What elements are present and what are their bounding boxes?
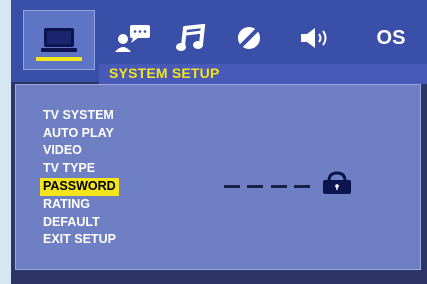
password-digit [247, 185, 264, 188]
tab-language[interactable] [111, 10, 155, 66]
tab-os[interactable]: OS [363, 10, 419, 66]
menu-item-rating[interactable]: RATING [40, 196, 119, 214]
menu-item-video[interactable]: VIDEO [40, 142, 119, 160]
menu-item-password[interactable]: PASSWORD [40, 177, 119, 196]
tab-audio[interactable] [171, 10, 211, 66]
left-border [0, 0, 11, 284]
menu-item-auto-play[interactable]: AUTO PLAY [40, 125, 119, 143]
tab-speaker[interactable] [295, 10, 339, 66]
settings-panel: TV SYSTEM AUTO PLAY VIDEO TV TYPE PASSWO… [15, 84, 421, 270]
password-field[interactable] [224, 185, 310, 189]
osd-screen: OS SYSTEM SETUP TV SYSTEM AUTO PLAY VIDE… [11, 0, 427, 284]
password-digit [293, 185, 310, 188]
menu-item-tv-type[interactable]: TV TYPE [40, 160, 119, 178]
setup-menu: TV SYSTEM AUTO PLAY VIDEO TV TYPE PASSWO… [40, 107, 119, 249]
tab-system[interactable] [23, 10, 95, 70]
tab-bar: OS [11, 6, 427, 70]
os-label: OS [376, 26, 406, 49]
person-speech-icon [115, 25, 150, 52]
menu-item-exit-setup[interactable]: EXIT SETUP [40, 231, 119, 249]
password-digit [224, 185, 240, 188]
password-digit [270, 185, 287, 188]
tab-video[interactable] [229, 10, 269, 66]
menu-item-tv-system[interactable]: TV SYSTEM [40, 107, 119, 125]
disc-icon [238, 27, 260, 49]
monitor-icon [41, 28, 77, 52]
music-note-icon [176, 24, 206, 51]
tab-selected-underline [36, 57, 82, 61]
page-title: SYSTEM SETUP [109, 65, 220, 81]
lock-icon [323, 171, 351, 194]
speaker-icon [301, 28, 327, 48]
menu-item-default[interactable]: DEFAULT [40, 214, 119, 232]
title-strip: SYSTEM SETUP [99, 64, 427, 84]
